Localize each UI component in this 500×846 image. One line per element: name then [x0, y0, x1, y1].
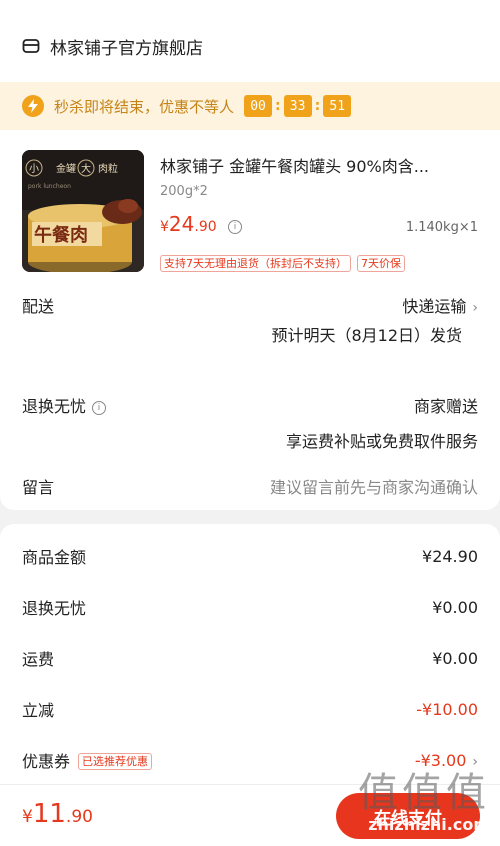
returns-label-row: 退换无忧 i [22, 393, 107, 417]
product-spec: 200g*2 [160, 184, 208, 199]
pay-button[interactable]: 在线支付 [336, 793, 480, 839]
product-weight-quantity: 1.140kg×1 [405, 220, 478, 235]
countdown-hours: 00 [244, 95, 273, 117]
info-icon[interactable]: i [92, 401, 107, 415]
chevron-right-icon: › [472, 753, 478, 770]
image-brand-text: 午餐肉 [34, 224, 88, 246]
coupon-label-group: 优惠券 已选推荐优惠 [22, 748, 153, 772]
price-currency: ¥ [160, 219, 169, 235]
countdown-timer: 00 : 33 : 51 [244, 95, 352, 117]
shipping-value: ¥0.00 [432, 648, 478, 668]
countdown-separator: : [275, 98, 281, 114]
discount-label: 立减 [22, 701, 55, 720]
coupon-tag: 已选推荐优惠 [78, 753, 153, 770]
shop-name: 林家铺子官方旗舰店 [50, 38, 203, 59]
total-currency: ¥ [22, 807, 33, 827]
shipping-row: 运费 ¥0.00 [22, 646, 478, 670]
countdown-seconds: 51 [323, 95, 352, 117]
message-input[interactable]: 建议留言前先与商家沟通确认 [270, 474, 478, 498]
product-title[interactable]: 林家铺子 金罐午餐肉罐头 90%肉含... [160, 153, 480, 177]
product-price: ¥ 24 .90 [160, 212, 217, 236]
total-decimal: .90 [65, 807, 93, 827]
flash-sale-banner: 秒杀即将结束，优惠不等人 00 : 33 : 51 [0, 82, 500, 130]
returns-fee-label: 退换无忧 [22, 599, 87, 618]
store-icon [22, 39, 40, 53]
price-protect-tag: 7天价保 [357, 255, 405, 272]
returns-value: 商家赠送 [413, 397, 478, 416]
lightning-icon [22, 95, 44, 117]
coupon-value-group: -¥3.00 › [415, 751, 478, 770]
delivery-method-text: 快递运输 [402, 297, 467, 316]
returns-label: 退换无忧 [22, 397, 87, 416]
price-integer: 24 [168, 212, 195, 236]
bottom-bar: ¥ 11 .90 在线支付 [0, 784, 500, 846]
goods-amount-label: 商品金额 [22, 548, 87, 567]
total-price: ¥ 11 .90 [22, 799, 93, 829]
discount-value: -¥10.00 [416, 699, 478, 719]
discount-row: 立减 -¥10.00 [22, 697, 478, 721]
countdown-separator: : [314, 98, 321, 114]
delivery-label: 配送 [22, 297, 55, 316]
returns-fee-value: ¥0.00 [432, 597, 478, 617]
order-card: 林家铺子官方旗舰店 秒杀即将结束，优惠不等人 00 : 33 : 51 小 金罐… [0, 0, 500, 510]
countdown-minutes: 33 [283, 95, 312, 117]
delivery-eta: 预计明天（8月12日）发货 [271, 326, 462, 345]
goods-amount-value: ¥24.90 [422, 546, 478, 566]
returns-desc: 享运费补贴或免费取件服务 [285, 432, 478, 451]
returns-fee-row: 退换无忧 ¥0.00 [22, 595, 478, 619]
coupon-value: -¥3.00 [414, 750, 467, 770]
coupon-row[interactable]: 优惠券 已选推荐优惠 -¥3.00 › [22, 748, 478, 772]
price-summary-card: 商品金额 ¥24.90 退换无忧 ¥0.00 运费 ¥0.00 立减 -¥10.… [0, 524, 500, 784]
image-text-can: 金罐 [56, 162, 76, 175]
message-label: 留言 [22, 478, 55, 497]
flash-sale-text: 秒杀即将结束，优惠不等人 [54, 97, 235, 116]
image-text-sub: pork luncheon [28, 183, 71, 190]
image-text-big: 大 [81, 162, 91, 175]
info-icon[interactable]: i [228, 220, 242, 234]
delivery-method[interactable]: 快递运输 › [402, 293, 478, 317]
product-image[interactable]: 小 金罐 大 肉粒 pork luncheon 午餐肉 [22, 150, 144, 272]
product-tags: 支持7天无理由退货（拆封后不支持） 7天价保 [160, 255, 405, 272]
price-decimal: .90 [194, 219, 217, 235]
shipping-label: 运费 [22, 650, 55, 669]
return-policy-tag: 支持7天无理由退货（拆封后不支持） [160, 255, 351, 272]
chevron-right-icon: › [472, 300, 478, 316]
image-text-meat: 肉粒 [98, 162, 118, 175]
total-integer: 11 [32, 799, 66, 829]
shop-header[interactable]: 林家铺子官方旗舰店 [22, 30, 203, 62]
image-text-small: 小 [29, 163, 39, 175]
coupon-label: 优惠券 [22, 752, 71, 771]
goods-amount-row: 商品金额 ¥24.90 [22, 544, 478, 568]
